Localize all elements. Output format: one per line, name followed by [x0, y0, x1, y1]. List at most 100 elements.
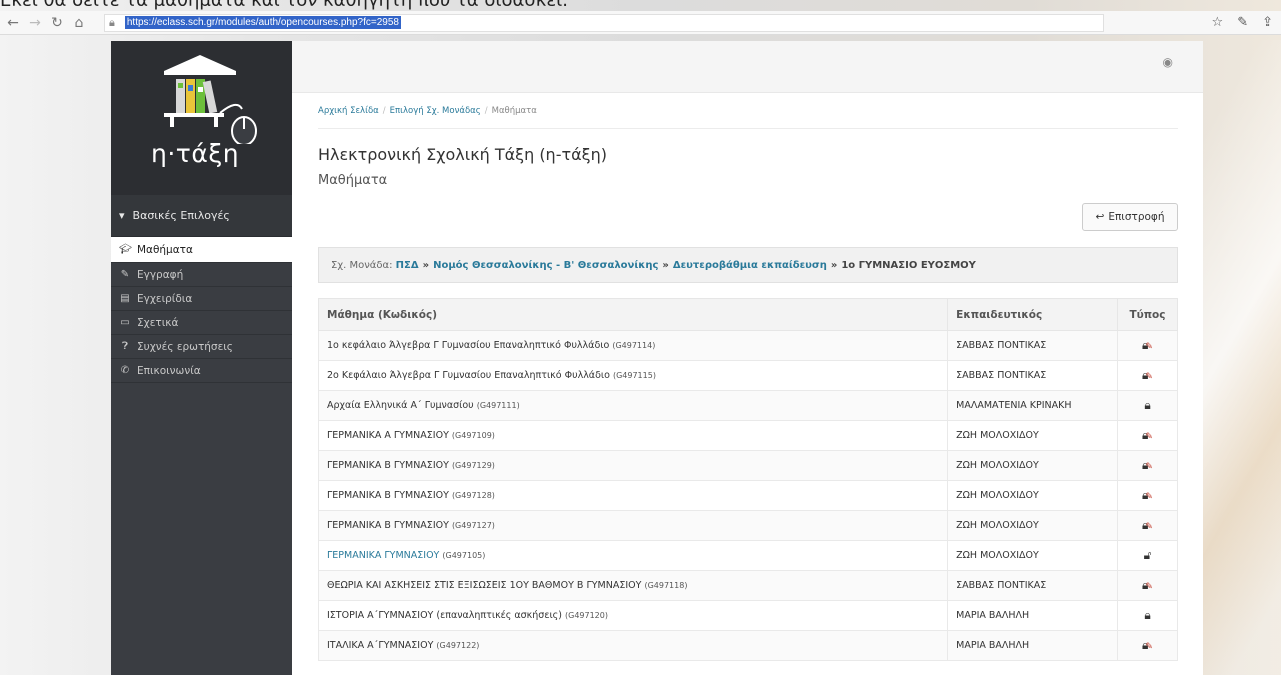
type-cell: 🔒︎ — [1117, 390, 1178, 421]
type-cell: 🔒︎✎ — [1117, 450, 1178, 481]
table-row[interactable]: ΓΕΡΜΑΝΙΚΑ Β ΓΥΜΝΑΣΙΟΥ (G497129) ΖΩΗ ΜΟΛΟΧ… — [317, 450, 1178, 481]
table-row[interactable]: ΓΕΡΜΑΝΙΚΑ Α ΓΥΜΝΑΣΙΟΥ (G497109) ΖΩΗ ΜΟΛΟΧ… — [317, 420, 1178, 451]
pen-icon[interactable]: ✎ — [1237, 15, 1248, 30]
sidebar-item-manuals[interactable]: ▤ Εγχειρίδια — [111, 287, 292, 311]
sidebar-item-label: Εγχειρίδια — [137, 292, 193, 305]
course-cell: 2ο Κεφάλαιο Άλγεβρα Γ Γυμνασίου Επαναληπ… — [317, 360, 949, 391]
teacher-cell: ΖΩΗ ΜΟΛΟΧΙΔΟΥ — [947, 540, 1119, 571]
course-code: (G497105) — [442, 551, 486, 560]
course-cell: Αρχαία Ελληνικά Α΄ Γυμνασίου (G497111) — [317, 390, 949, 421]
page-subtitle: Μαθήματα — [318, 173, 388, 188]
sidebar-item-register[interactable]: ✎ Εγγραφή — [111, 263, 292, 287]
share-icon[interactable]: ⇪ — [1262, 15, 1273, 30]
type-cell: 🔒︎✎ — [1117, 420, 1178, 451]
course-name: 2ο Κεφάλαιο Άλγεβρα Γ Γυμνασίου Επαναληπ… — [327, 370, 610, 381]
course-code: (G497120) — [565, 611, 608, 620]
lock-edit-icon: 🔒︎✎ — [1142, 458, 1153, 472]
course-code: (G497109) — [451, 431, 495, 440]
lock-edit-icon: 🔒︎✎ — [1142, 578, 1153, 592]
edit-icon: ✎ — [120, 269, 130, 280]
table-row[interactable]: ΙΤΑΛΙΚΑ Α΄ΓΥΜΝΑΣΙΟΥ (G497122) ΜΑΡΙΑ ΒΑΛΗΛ… — [317, 630, 1178, 661]
courses-table: Μάθημα (Κωδικός) Εκπαιδευτικός Τύπος 1ο … — [317, 298, 1178, 661]
card-icon: ▭ — [120, 317, 130, 328]
header-teacher[interactable]: Εκπαιδευτικός — [947, 298, 1119, 331]
school-unit-level2-link[interactable]: Νομός Θεσσαλονίκης - Β' Θεσσαλονίκης — [433, 260, 658, 271]
url-text[interactable]: https://eclass.sch.gr/modules/auth/openc… — [124, 16, 401, 29]
breadcrumb-unit-link[interactable]: Επιλογή Σχ. Μονάδας — [390, 106, 481, 116]
school-unit-level1-link[interactable]: ΠΣΔ — [396, 260, 419, 271]
course-cell: ΓΕΡΜΑΝΙΚΑ Β ΓΥΜΝΑΣΙΟΥ (G497128) — [317, 480, 949, 511]
lock-edit-icon: 🔒︎✎ — [1142, 638, 1153, 652]
course-cell: ΙΣΤΟΡΙΑ Α΄ΓΥΜΝΑΣΙΟΥ (επαναληπτικές ασκήσ… — [317, 600, 949, 631]
teacher-cell: ΖΩΗ ΜΟΛΟΧΙΔΟΥ — [947, 420, 1119, 451]
favorites-icon[interactable]: ☆ — [1212, 15, 1224, 30]
globe-icon[interactable]: ◉ — [1163, 55, 1173, 69]
type-cell: 🔒︎✎ — [1117, 570, 1178, 601]
header-type[interactable]: Τύπος — [1117, 298, 1178, 331]
back-arrow-icon[interactable]: ← — [2, 12, 24, 34]
teacher-cell: ΜΑΡΙΑ ΒΑΛΗΛΗ — [947, 630, 1119, 661]
logo[interactable]: η·τάξη — [111, 41, 292, 195]
table-row[interactable]: ΙΣΤΟΡΙΑ Α΄ΓΥΜΝΑΣΙΟΥ (επαναληπτικές ασκήσ… — [317, 600, 1178, 631]
type-cell: 🔒︎✎ — [1117, 360, 1178, 391]
teacher-cell: ΣΑΒΒΑΣ ΠΟΝΤΙΚΑΣ — [947, 360, 1119, 391]
back-button[interactable]: ↩ Επιστροφή — [1082, 203, 1178, 231]
top-strip: ◉ — [292, 41, 1203, 93]
table-header-row: Μάθημα (Κωδικός) Εκπαιδευτικός Τύπος — [317, 298, 1178, 331]
forward-arrow-icon[interactable]: → — [24, 12, 46, 34]
course-cell: ΓΕΡΜΑΝΙΚΑ Β ΓΥΜΝΑΣΙΟΥ (G497127) — [317, 510, 949, 541]
course-name: ΓΕΡΜΑΝΙΚΑ Β ΓΥΜΝΑΣΙΟΥ — [327, 520, 449, 531]
course-cell: ΘΕΩΡΙΑ ΚΑΙ ΑΣΚΗΣΕΙΣ ΣΤΙΣ ΕΞΙΣΩΣΕΙΣ 1ΟΥ Β… — [317, 570, 949, 601]
table-row[interactable]: 1ο κεφάλαιο Άλγεβρα Γ Γυμνασίου Επαναληπ… — [317, 330, 1178, 361]
teacher-cell: ΣΑΒΒΑΣ ΠΟΝΤΙΚΑΣ — [947, 570, 1119, 601]
lock-edit-icon: 🔒︎✎ — [1142, 488, 1153, 502]
unlock-icon: 🔓︎ — [1143, 548, 1152, 562]
sidebar-item-label: Επικοινωνία — [137, 364, 201, 377]
sidebar-menu: 🎓︎ Μαθήματα ✎ Εγγραφή ▤ Εγχειρίδια ▭ Σχε… — [111, 237, 292, 383]
course-cell: ΓΕΡΜΑΝΙΚΑ Α ΓΥΜΝΑΣΙΟΥ (G497109) — [317, 420, 949, 451]
table-row[interactable]: Αρχαία Ελληνικά Α΄ Γυμνασίου (G497111) ΜΑ… — [317, 390, 1178, 421]
breadcrumb-current: Μαθήματα — [491, 106, 537, 116]
type-cell: 🔒︎✎ — [1117, 510, 1178, 541]
courses-table-body: 1ο κεφάλαιο Άλγεβρα Γ Γυμνασίου Επαναληπ… — [317, 330, 1178, 661]
sidebar-item-contact[interactable]: ✆ Επικοινωνία — [111, 359, 292, 383]
table-row[interactable]: ΓΕΡΜΑΝΙΚΑ Β ΓΥΜΝΑΣΙΟΥ (G497127) ΖΩΗ ΜΟΛΟΧ… — [317, 510, 1178, 541]
course-name[interactable]: ΓΕΡΜΑΝΙΚΑ ΓΥΜΝΑΣΙΟΥ — [327, 550, 439, 561]
question-icon: ❓︎ — [121, 341, 128, 352]
logo-text: η·τάξη — [151, 139, 240, 168]
sidebar-item-about[interactable]: ▭ Σχετικά — [111, 311, 292, 335]
back-button-label: Επιστροφή — [1108, 211, 1165, 223]
course-name: ΙΤΑΛΙΚΑ Α΄ΓΥΜΝΑΣΙΟΥ — [327, 640, 434, 651]
header-course[interactable]: Μάθημα (Κωδικός) — [317, 298, 949, 331]
section-header-basic-options[interactable]: ▾ Βασικές Επιλογές — [111, 195, 292, 237]
refresh-icon[interactable]: ↻ — [46, 12, 68, 34]
sidebar-item-faq[interactable]: ❓︎ Συχνές ερωτήσεις — [111, 335, 292, 359]
page-title: Ηλεκτρονική Σχολική Τάξη (η-τάξη) — [318, 145, 607, 164]
lock-edit-icon: 🔒︎✎ — [1142, 368, 1153, 382]
classroom-logo-icon — [163, 55, 257, 144]
breadcrumb-home-link[interactable]: Αρχική Σελίδα — [318, 106, 379, 116]
school-unit-level3-link[interactable]: Δευτεροβάθμια εκπαίδευση — [673, 260, 827, 271]
table-row[interactable]: ΘΕΩΡΙΑ ΚΑΙ ΑΣΚΗΣΕΙΣ ΣΤΙΣ ΕΞΙΣΩΣΕΙΣ 1ΟΥ Β… — [317, 570, 1178, 601]
course-name: ΙΣΤΟΡΙΑ Α΄ΓΥΜΝΑΣΙΟΥ (επαναληπτικές ασκήσ… — [327, 610, 562, 621]
type-cell: 🔒︎✎ — [1117, 330, 1178, 361]
teacher-cell: ΖΩΗ ΜΟΛΟΧΙΔΟΥ — [947, 450, 1119, 481]
home-icon[interactable]: ⌂ — [68, 12, 90, 34]
course-cell: ΙΤΑΛΙΚΑ Α΄ΓΥΜΝΑΣΙΟΥ (G497122) — [317, 630, 949, 661]
teacher-cell: ΖΩΗ ΜΟΛΟΧΙΔΟΥ — [947, 510, 1119, 541]
type-cell: 🔒︎✎ — [1117, 480, 1178, 511]
table-row[interactable]: ΓΕΡΜΑΝΙΚΑ ΓΥΜΝΑΣΙΟΥ (G497105) ΖΩΗ ΜΟΛΟΧΙΔ… — [317, 540, 1178, 571]
padlock-icon: 🔒︎ — [109, 15, 115, 29]
school-unit-level4: 1ο ΓΥΜΝΑΣΙΟ ΕΥΟΣΜΟΥ — [841, 259, 976, 271]
sidebar-item-courses[interactable]: 🎓︎ Μαθήματα — [111, 237, 292, 263]
course-code: (G497128) — [451, 491, 495, 500]
sidebar-item-label: Σχετικά — [137, 316, 179, 329]
teacher-cell: ΣΑΒΒΑΣ ΠΟΝΤΙΚΑΣ — [947, 330, 1119, 361]
address-bar[interactable]: 🔒︎ https://eclass.sch.gr/modules/auth/op… — [104, 13, 1104, 32]
lock-edit-icon: 🔒︎✎ — [1142, 428, 1153, 442]
table-row[interactable]: ΓΕΡΜΑΝΙΚΑ Β ΓΥΜΝΑΣΙΟΥ (G497128) ΖΩΗ ΜΟΛΟΧ… — [317, 480, 1178, 511]
course-code: (G497114) — [612, 341, 656, 350]
table-row[interactable]: 2ο Κεφάλαιο Άλγεβρα Γ Γυμνασίου Επαναληπ… — [317, 360, 1178, 391]
school-unit-path: Σχ. Μονάδα: ΠΣΔ » Νομός Θεσσαλονίκης - Β… — [318, 247, 1178, 283]
course-name: ΘΕΩΡΙΑ ΚΑΙ ΑΣΚΗΣΕΙΣ ΣΤΙΣ ΕΞΙΣΩΣΕΙΣ 1ΟΥ Β… — [327, 580, 642, 591]
